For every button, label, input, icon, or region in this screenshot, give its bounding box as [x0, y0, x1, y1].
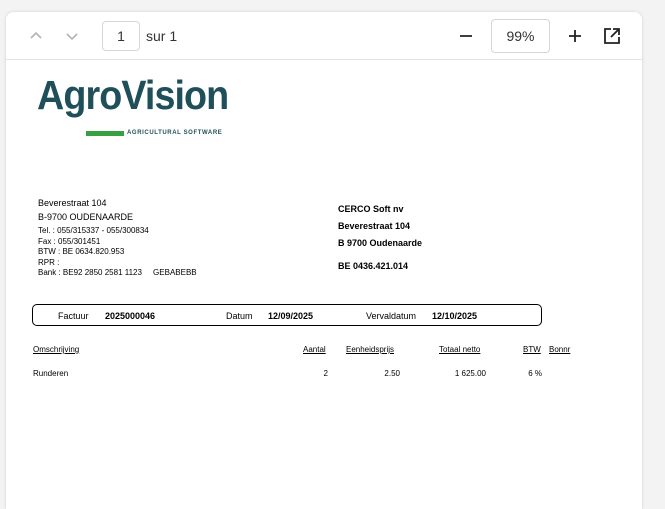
recipient-address: CERCO Soft nv Beverestraat 104 B 9700 Ou…	[338, 201, 422, 275]
invoice-info-box: Factuur 2025000046 Datum 12/09/2025 Verv…	[32, 304, 542, 326]
sender-address: Beverestraat 104 B-9700 OUDENAARDE Tel. …	[38, 196, 197, 279]
toolbar: 1 sur 1 99%	[6, 12, 642, 60]
sender-city: B-9700 OUDENAARDE	[38, 212, 134, 222]
vervaldatum-value: 12/10/2025	[432, 311, 478, 321]
recipient-street: Beverestraat 104	[338, 221, 411, 231]
open-external-button[interactable]	[601, 25, 623, 47]
col-btw: BTW	[523, 345, 541, 354]
sender-street: Beverestraat 104	[38, 198, 107, 208]
datum-value: 12/09/2025	[268, 311, 314, 321]
zoom-level-input[interactable]: 99%	[491, 19, 550, 53]
cell-totaal-netto: 1 625.00	[454, 369, 486, 378]
next-page-button[interactable]	[61, 26, 83, 46]
recipient-name: CERCO Soft nv	[338, 204, 404, 214]
sender-tel: Tel. : 055/315337 - 055/300834	[38, 226, 149, 235]
recipient-vat: BE 0436.421.014	[338, 261, 409, 271]
factuur-label: Factuur	[58, 311, 89, 321]
previous-page-button[interactable]	[25, 26, 47, 46]
sender-bank: Bank : BE92 2850 2581 1123 GEBABEBB	[38, 268, 197, 277]
col-omschrijving: Omschrijving	[33, 345, 80, 354]
cell-btw: 6 %	[528, 369, 542, 378]
open-external-icon	[604, 28, 620, 44]
col-aantal: Aantal	[303, 345, 326, 354]
document-page: AgroVision AGRICULTURAL SOFTWARE Beveres…	[6, 60, 642, 509]
pdf-viewer: 1 sur 1 99% AgroVision AGRICULTURAL SOFT…	[6, 12, 642, 509]
minus-icon	[460, 35, 472, 37]
company-logo: AgroVision AGRICULTURAL SOFTWARE	[37, 72, 245, 136]
vervaldatum-label: Vervaldatum	[366, 311, 417, 321]
chevron-down-icon	[66, 33, 78, 41]
cell-eenheidsprijs: 2.50	[384, 369, 400, 378]
page-total-label: sur 1	[146, 28, 178, 44]
zoom-out-button[interactable]	[455, 26, 477, 46]
logo-accent-bar	[86, 131, 124, 136]
page-number-input[interactable]: 1	[102, 21, 140, 51]
zoom-in-button[interactable]	[564, 26, 586, 46]
logo-name: AgroVision	[37, 72, 229, 118]
sender-fax: Fax : 055/301451	[38, 236, 101, 246]
col-totaal-netto: Totaal netto	[439, 345, 481, 354]
factuur-value: 2025000046	[105, 311, 156, 321]
plus-icon	[569, 30, 581, 42]
sender-rpr: RPR :	[38, 257, 60, 267]
logo-tagline: AGRICULTURAL SOFTWARE	[127, 130, 223, 136]
chevron-up-icon	[30, 31, 42, 39]
datum-label: Datum	[226, 311, 253, 321]
col-eenheidsprijs: Eenheidsprijs	[346, 345, 395, 354]
cell-omschrijving: Runderen	[33, 369, 69, 378]
recipient-city: B 9700 Oudenaarde	[338, 238, 423, 248]
sender-btw: BTW : BE 0634.820.953	[38, 247, 125, 256]
col-bonnr: Bonnr	[549, 345, 571, 354]
cell-aantal: 2	[323, 369, 328, 378]
